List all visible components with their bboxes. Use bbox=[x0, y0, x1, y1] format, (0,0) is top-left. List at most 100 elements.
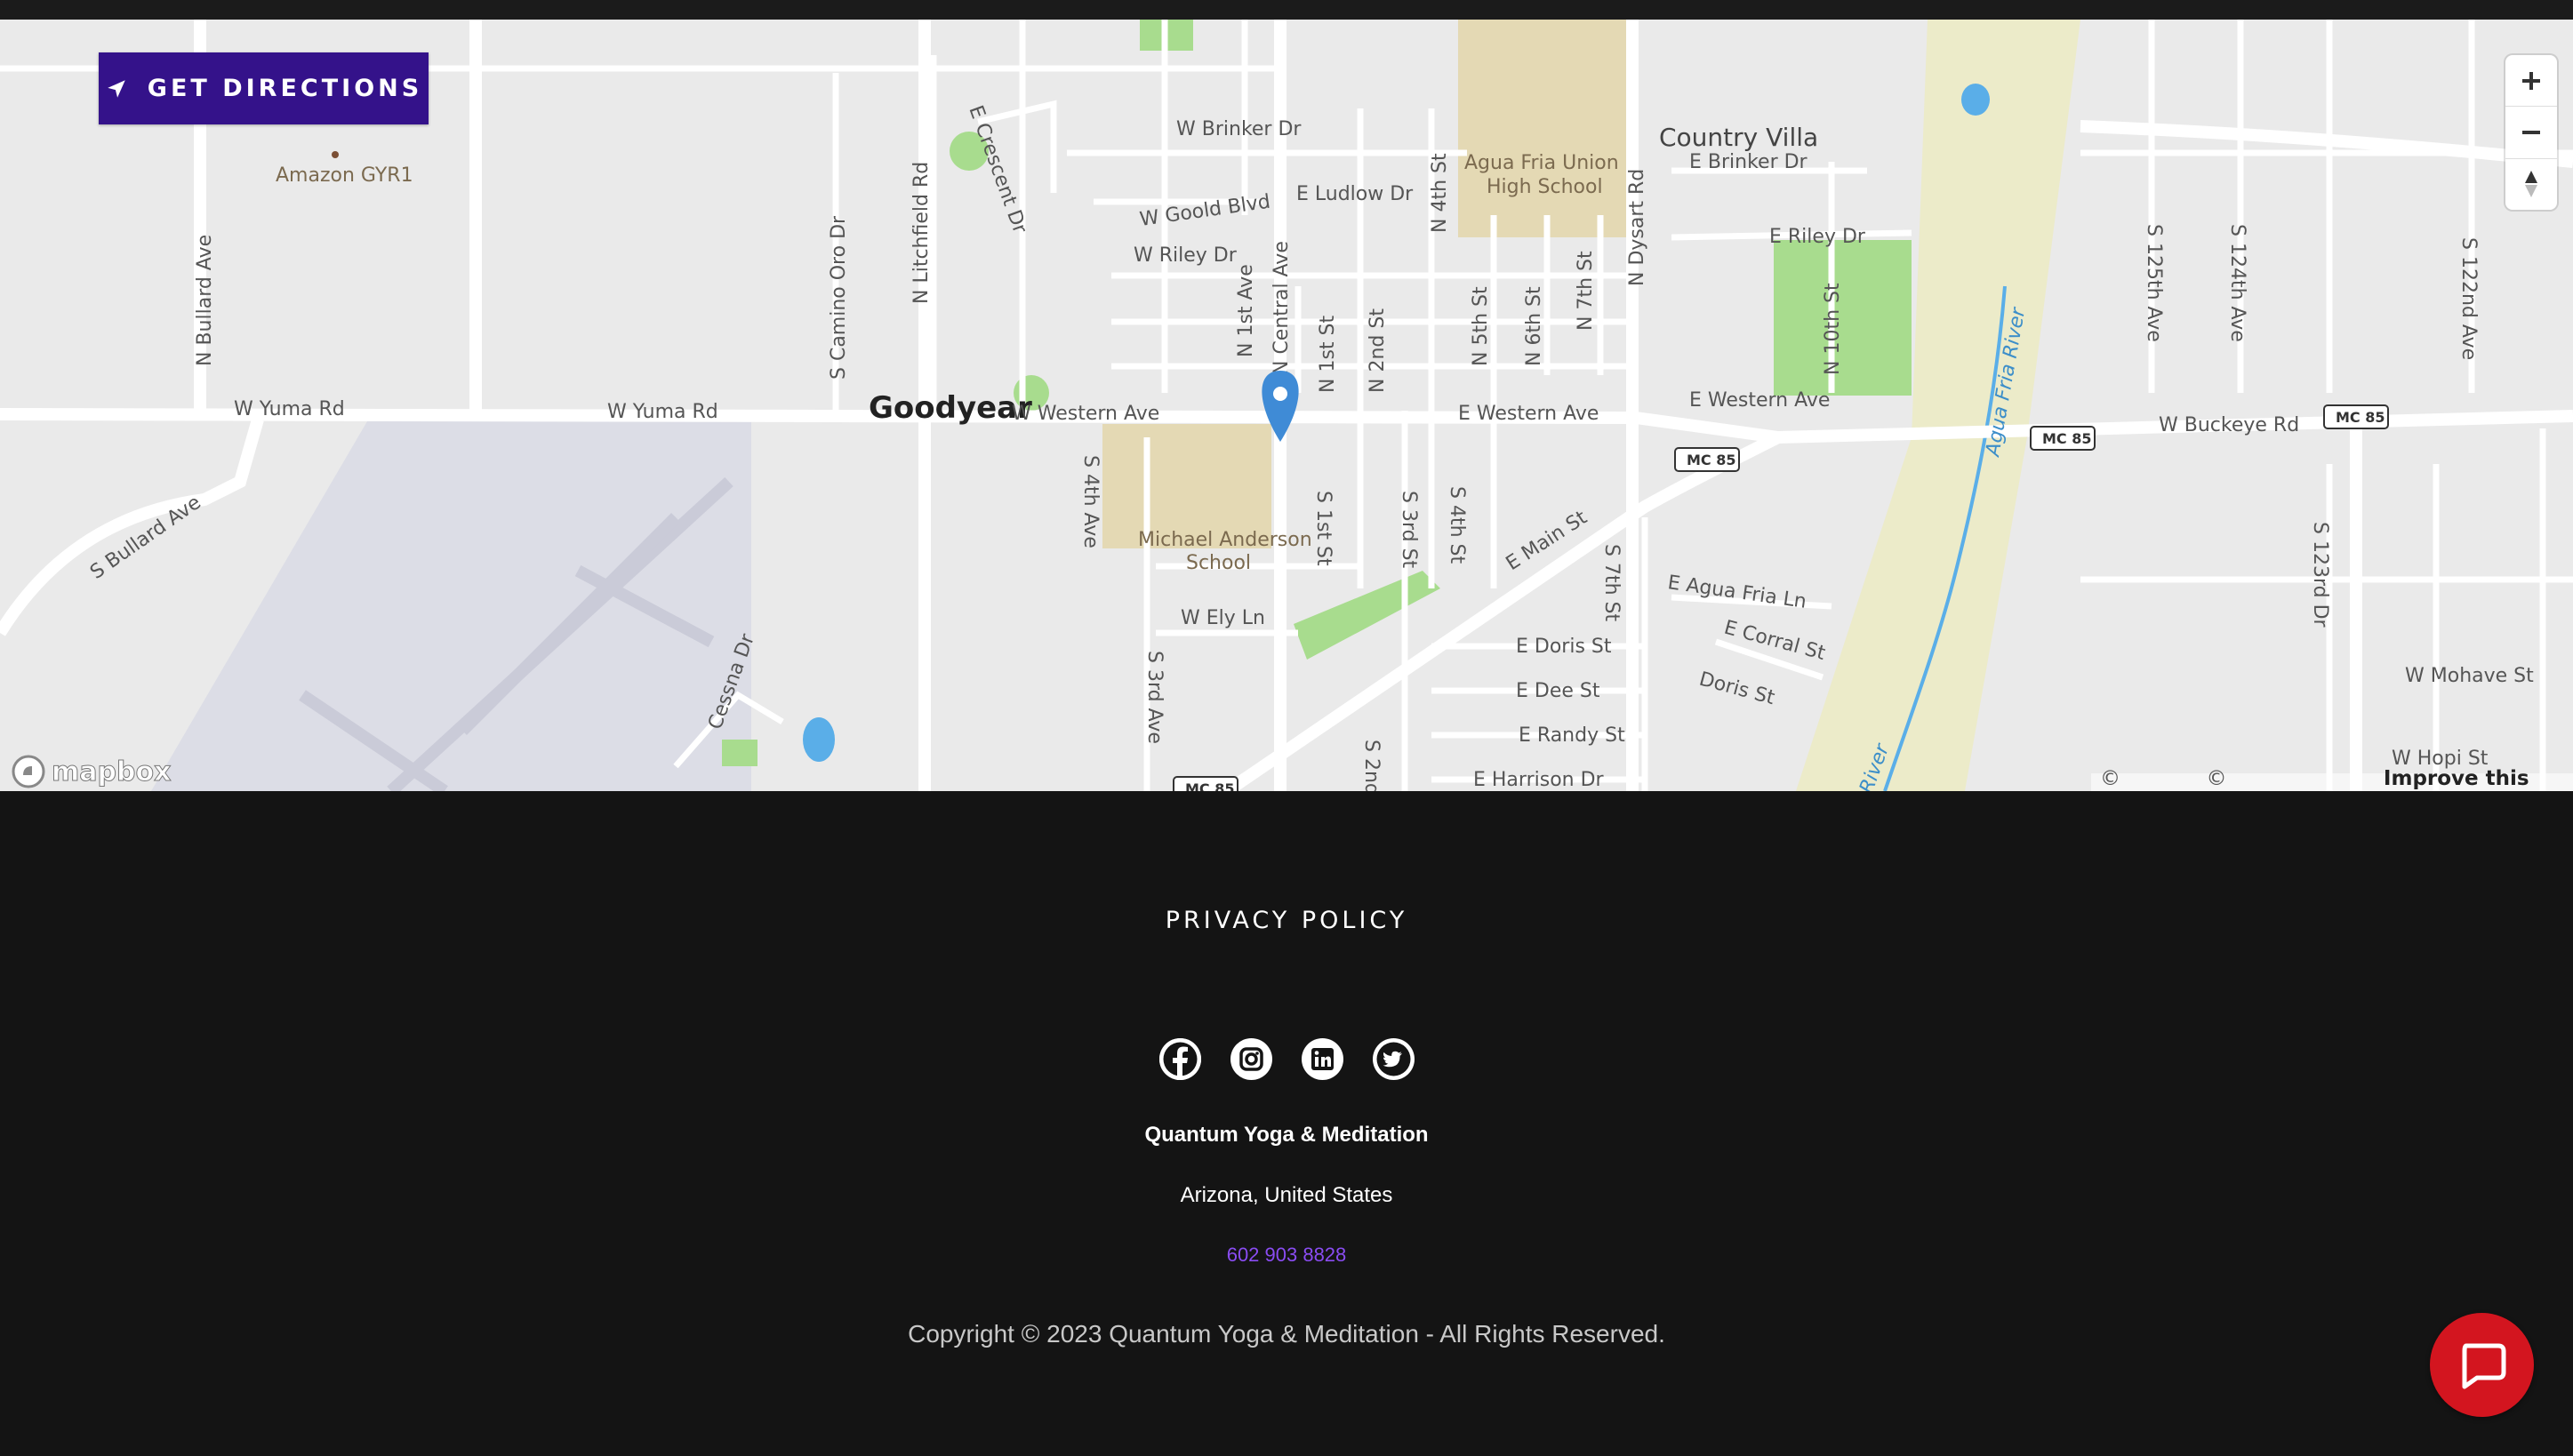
street-label: E Randy St bbox=[1519, 724, 1625, 747]
street-label: S 4th Ave bbox=[1079, 455, 1102, 548]
svg-text:MC 85: MC 85 bbox=[1185, 780, 1235, 791]
city-label: Goodyear bbox=[869, 390, 1032, 426]
street-label: N Litchfield Rd bbox=[910, 162, 933, 304]
twitter-icon bbox=[1376, 1042, 1410, 1076]
poi-label: Amazon GYR1 bbox=[276, 164, 413, 187]
footer: PRIVACY POLICY Quantum Yoga & Meditation… bbox=[0, 791, 2573, 1456]
poi-label: Michael Anderson bbox=[1138, 529, 1312, 551]
zoom-out-button[interactable] bbox=[2505, 107, 2557, 159]
social-links bbox=[0, 1038, 2573, 1080]
compass-icon bbox=[2525, 171, 2537, 198]
linkedin-icon bbox=[1311, 1048, 1334, 1070]
route-shield: MC 85 bbox=[1173, 776, 1238, 791]
poi-dot bbox=[332, 151, 339, 158]
street-label: S 2nd St bbox=[1360, 740, 1383, 791]
map-zoom-controls bbox=[2505, 55, 2557, 210]
street-label: N Bullard Ave bbox=[194, 235, 216, 366]
street-label: W Brinker Dr bbox=[1176, 118, 1302, 140]
chat-bubble-icon bbox=[2462, 1343, 2505, 1388]
instagram-link[interactable] bbox=[1230, 1038, 1272, 1080]
street-label: W Yuma Rd bbox=[234, 398, 345, 420]
pond-1 bbox=[803, 717, 835, 762]
street-label: W Ely Ln bbox=[1181, 607, 1265, 629]
street-label: S 123rd Dr bbox=[2309, 522, 2331, 628]
osm-attribution-link[interactable]: © OpenStreetMap bbox=[2206, 767, 2372, 791]
street-label: N 4th St bbox=[1429, 153, 1451, 233]
map[interactable]: Goodyear W Yuma Rd W Yuma Rd W Western A… bbox=[0, 20, 2573, 791]
street-label: S 122nd Ave bbox=[2457, 237, 2480, 360]
plus-icon bbox=[2522, 71, 2540, 90]
street-label: W Buckeye Rd bbox=[2159, 414, 2299, 436]
company-location: Arizona, United States bbox=[1180, 1183, 1393, 1207]
street-label: E Western Ave bbox=[1458, 403, 1599, 425]
get-directions-button[interactable]: GET DIRECTIONS bbox=[99, 52, 429, 124]
street-label: W Mohave St bbox=[2405, 665, 2534, 687]
river-corridor bbox=[1796, 20, 2080, 791]
street-label: S 3rd Ave bbox=[1143, 651, 1166, 744]
linkedin-link[interactable] bbox=[1301, 1038, 1343, 1080]
park-4 bbox=[1294, 571, 1440, 660]
poi-label: High School bbox=[1487, 176, 1603, 198]
street-label: N 10th St bbox=[1822, 283, 1844, 375]
zoom-in-button[interactable] bbox=[2505, 55, 2557, 108]
street-label: N Central Ave bbox=[1270, 241, 1293, 375]
facebook-link[interactable] bbox=[1158, 1038, 1201, 1080]
street-label: S 124th Ave bbox=[2226, 224, 2248, 342]
street-label: Doris St bbox=[1696, 668, 1776, 710]
instagram-icon bbox=[1238, 1047, 1263, 1071]
street-label: E Agua Fria Ln bbox=[1666, 572, 1808, 613]
street-label: E Dee St bbox=[1516, 680, 1600, 702]
poi-label: School bbox=[1186, 552, 1251, 574]
street-label: E Harrison Dr bbox=[1473, 769, 1605, 791]
park-6 bbox=[722, 740, 757, 766]
street-label: S Camino Oro Dr bbox=[828, 215, 850, 380]
top-bar bbox=[0, 0, 2573, 20]
mapbox-attribution-link[interactable]: © Mapbox bbox=[2100, 767, 2195, 791]
street-label: E Riley Dr bbox=[1769, 226, 1866, 248]
street-label: N Dysart Rd bbox=[1626, 169, 1648, 286]
street-label: E Brinker Dr bbox=[1689, 151, 1808, 173]
poi-label: Agua Fria Union bbox=[1464, 152, 1619, 174]
street-label: S 3rd St bbox=[1398, 491, 1420, 569]
street-label: N 6th St bbox=[1523, 286, 1545, 366]
street-label: E Ludlow Dr bbox=[1296, 183, 1414, 205]
company-name: Quantum Yoga & Meditation bbox=[1144, 1123, 1429, 1147]
reset-bearing-button[interactable] bbox=[2505, 159, 2557, 210]
phone-link[interactable]: 602 903 8828 bbox=[0, 1244, 2573, 1267]
route-shield: MC 85 bbox=[2323, 404, 2389, 429]
street-label: S 4th St bbox=[1446, 486, 1468, 564]
mapbox-logo-text: mapbox bbox=[51, 756, 172, 788]
street-label: S 125th Ave bbox=[2143, 224, 2165, 342]
street-label: E Corral St bbox=[1721, 617, 1827, 665]
street-label: N 2nd St bbox=[1367, 308, 1389, 393]
street-label: N 7th St bbox=[1575, 251, 1597, 331]
facebook-icon bbox=[1158, 1038, 1201, 1080]
street-label: S 1st St bbox=[1312, 491, 1335, 566]
svg-text:MC 85: MC 85 bbox=[2336, 409, 2385, 426]
improve-map-link[interactable]: Improve this map bbox=[2384, 767, 2564, 791]
map-attribution: © Mapbox © OpenStreetMap Improve this ma… bbox=[2091, 767, 2573, 791]
street-label: N 5th St bbox=[1470, 286, 1492, 366]
route-shield: MC 85 bbox=[2030, 426, 2096, 451]
mapbox-logo[interactable]: mapbox bbox=[11, 754, 172, 789]
privacy-policy-link[interactable]: PRIVACY POLICY bbox=[0, 907, 2573, 934]
street-label: W Goold Blvd bbox=[1138, 191, 1271, 231]
street-label: W Riley Dr bbox=[1134, 244, 1238, 267]
school-grounds-1 bbox=[1458, 20, 1627, 237]
navigation-arrow-icon bbox=[108, 79, 125, 98]
street-label: N 1st Ave bbox=[1235, 264, 1257, 357]
map-canvas[interactable]: Goodyear W Yuma Rd W Yuma Rd W Western A… bbox=[0, 20, 2573, 791]
street-label: N 1st St bbox=[1317, 316, 1339, 393]
street-label: S 7th St bbox=[1600, 544, 1623, 621]
street-label: E Western Ave bbox=[1689, 389, 1830, 412]
svg-text:MC 85: MC 85 bbox=[2042, 430, 2092, 447]
chat-button[interactable] bbox=[2430, 1313, 2534, 1417]
street-label: E Doris St bbox=[1516, 636, 1612, 658]
street-label: W Yuma Rd bbox=[607, 401, 718, 423]
street-label: E Main St bbox=[1503, 507, 1591, 575]
get-directions-label: GET DIRECTIONS bbox=[147, 75, 423, 102]
street-label: W Western Ave bbox=[1012, 403, 1159, 425]
pond-2 bbox=[1961, 84, 1990, 116]
minus-icon bbox=[2522, 130, 2540, 134]
twitter-link[interactable] bbox=[1372, 1038, 1415, 1080]
